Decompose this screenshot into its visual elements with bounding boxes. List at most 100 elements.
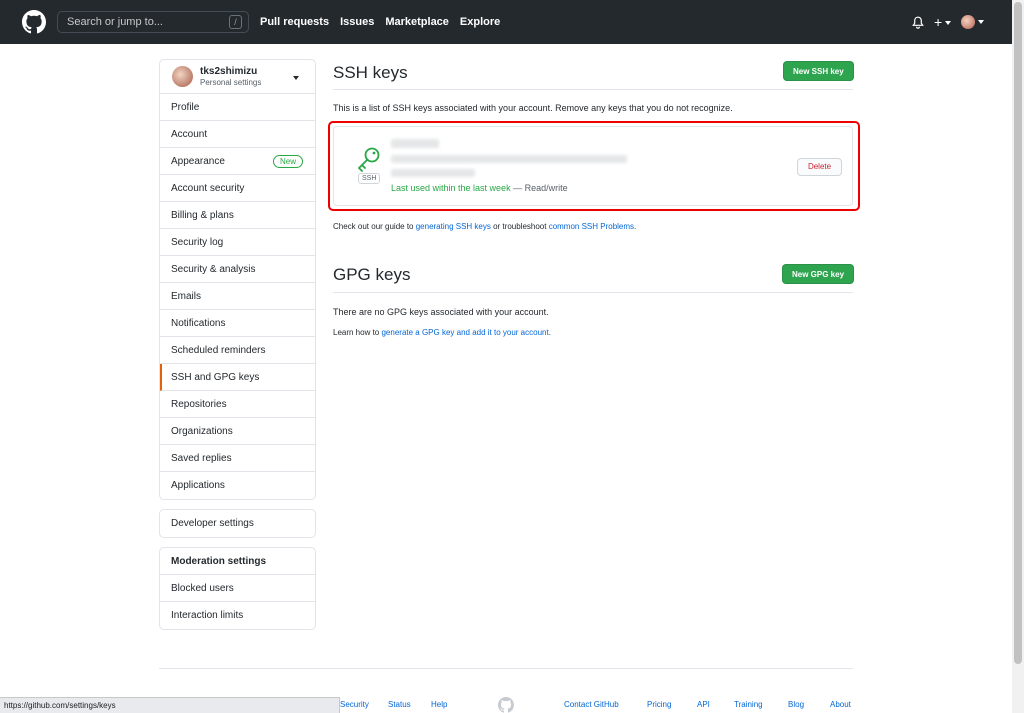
sidebar-item-label: Repositories	[171, 398, 227, 410]
footer-security-link[interactable]: Security	[340, 700, 369, 709]
sidebar-item-account[interactable]: Account	[160, 121, 315, 148]
sidebar-item-blocked-users[interactable]: Blocked users	[160, 575, 315, 602]
ssh-description: This is a list of SSH keys associated wi…	[333, 103, 733, 113]
sidebar-item-notifications[interactable]: Notifications	[160, 310, 315, 337]
guide-mid: or troubleshoot	[490, 222, 549, 231]
nav-issues[interactable]: Issues	[340, 16, 374, 28]
moderation-heading: Moderation settings	[160, 548, 315, 575]
guide-prefix: Check out our guide to	[333, 222, 416, 231]
sidebar-item-security-log[interactable]: Security log	[160, 229, 315, 256]
search-placeholder: Search or jump to...	[67, 16, 163, 28]
vertical-scrollbar[interactable]	[1012, 0, 1024, 713]
sidebar-item-label: Profile	[171, 101, 200, 113]
footer-about-link[interactable]: About	[830, 700, 851, 709]
developer-menu: Developer settings	[159, 509, 316, 538]
delete-key-button[interactable]: Delete	[797, 158, 842, 176]
github-logo-icon[interactable]	[22, 10, 46, 34]
sidebar-item-interaction-limits[interactable]: Interaction limits	[160, 602, 315, 629]
personal-settings-label: Personal settings	[200, 78, 262, 87]
sidebar-item-label: Billing & plans	[171, 209, 234, 221]
sidebar-item-label: Notifications	[171, 317, 226, 329]
create-new-button[interactable]: +	[934, 14, 952, 30]
gpg-empty-text: There are no GPG keys associated with yo…	[333, 307, 549, 317]
sidebar-item-label: Scheduled reminders	[171, 344, 266, 356]
sidebar-item-security-analysis[interactable]: Security & analysis	[160, 256, 315, 283]
sidebar-item-label: SSH and GPG keys	[171, 371, 260, 383]
sidebar-item-repositories[interactable]: Repositories	[160, 391, 315, 418]
username: tks2shimizu	[200, 66, 258, 77]
access-level: — Read/write	[510, 183, 568, 193]
header-actions: +	[912, 13, 985, 31]
sidebar-item-appearance[interactable]: Appearance New	[160, 148, 315, 175]
gpg-learn-text: Learn how to generate a GPG key and add …	[333, 328, 551, 337]
footer-help-link[interactable]: Help	[431, 700, 447, 709]
sidebar-item-billing-plans[interactable]: Billing & plans	[160, 202, 315, 229]
nav-marketplace[interactable]: Marketplace	[385, 16, 449, 28]
scrollbar-thumb[interactable]	[1014, 2, 1022, 664]
gpg-keys-title: GPG keys	[333, 265, 411, 284]
sidebar-item-profile[interactable]: Profile	[160, 94, 315, 121]
bell-icon[interactable]	[912, 16, 924, 29]
sidebar-item-label: Organizations	[171, 425, 233, 437]
sidebar-item-saved-replies[interactable]: Saved replies	[160, 445, 315, 472]
sidebar-item-label: Saved replies	[171, 452, 232, 464]
footer-divider	[159, 668, 853, 669]
sidebar-item-account-security[interactable]: Account security	[160, 175, 315, 202]
nav-explore[interactable]: Explore	[460, 16, 500, 28]
github-footer-logo-icon[interactable]	[498, 697, 514, 713]
divider	[333, 292, 853, 293]
ssh-badge: SSH	[358, 173, 381, 184]
caret-down-icon	[978, 19, 985, 24]
footer-training-link[interactable]: Training	[734, 700, 763, 709]
footer-blog-link[interactable]: Blog	[788, 700, 804, 709]
user-menu-button[interactable]	[961, 13, 985, 31]
ssh-guide-text: Check out our guide to generating SSH ke…	[333, 222, 636, 231]
key-last-used: Last used within the last week — Read/wr…	[391, 183, 568, 193]
caret-down-icon	[945, 21, 952, 26]
avatar	[961, 14, 976, 29]
global-header: Search or jump to... / Pull requests Iss…	[0, 0, 1012, 44]
sidebar-item-label: Emails	[171, 290, 202, 302]
ssh-keys-title: SSH keys	[333, 63, 408, 82]
redacted-key-title	[391, 139, 439, 148]
moderation-menu: Moderation settings Blocked users Intera…	[159, 547, 316, 630]
sidebar-item-scheduled-reminders[interactable]: Scheduled reminders	[160, 337, 315, 364]
account-switcher[interactable]: tks2shimizu Personal settings	[160, 60, 315, 94]
sidebar-item-label: Applications	[171, 480, 225, 491]
learn-suffix: .	[548, 328, 551, 337]
sidebar-item-label: Account security	[171, 182, 245, 194]
slash-shortcut-icon: /	[229, 15, 242, 29]
sidebar-item-ssh-and-gpg-keys[interactable]: SSH and GPG keys	[160, 364, 315, 391]
plus-icon: +	[934, 14, 943, 30]
settings-menu: tks2shimizu Personal settings Profile Acc…	[159, 59, 316, 500]
redacted-fingerprint	[391, 155, 627, 163]
common-ssh-problems-link[interactable]: common SSH Problems	[549, 222, 634, 231]
generate-gpg-key-link[interactable]: generate a GPG key and add it to your ac…	[381, 328, 548, 337]
search-input[interactable]: Search or jump to... /	[57, 11, 249, 33]
footer-status-link[interactable]: Status	[388, 700, 411, 709]
sidebar-item-label: Security log	[171, 236, 224, 248]
footer-pricing-link[interactable]: Pricing	[647, 700, 671, 709]
sidebar-item-organizations[interactable]: Organizations	[160, 418, 315, 445]
guide-suffix: .	[634, 222, 637, 231]
avatar	[172, 66, 193, 87]
sidebar-item-applications[interactable]: Applications	[160, 472, 315, 499]
sidebar-item-emails[interactable]: Emails	[160, 283, 315, 310]
footer-contact-link[interactable]: Contact GitHub	[564, 700, 619, 709]
redacted-added-date	[391, 169, 475, 177]
footer-api-link[interactable]: API	[697, 700, 710, 709]
new-gpg-key-button[interactable]: New GPG key	[782, 264, 855, 284]
top-nav: Pull requests Issues Marketplace Explore	[260, 16, 500, 28]
nav-pull-requests[interactable]: Pull requests	[260, 16, 329, 28]
new-badge: New	[272, 155, 303, 168]
sidebar-item-label: Security & analysis	[171, 263, 256, 275]
browser-status-bar: https://github.com/settings/keys	[0, 697, 340, 713]
ssh-key-item: SSH Last used within the last week — Rea…	[333, 126, 853, 206]
generating-ssh-keys-link[interactable]: generating SSH keys	[416, 222, 491, 231]
key-icon	[358, 147, 380, 172]
sidebar-item-label: Account	[171, 128, 208, 140]
new-ssh-key-button[interactable]: New SSH key	[783, 61, 854, 81]
sidebar-item-developer-settings[interactable]: Developer settings	[160, 510, 315, 537]
sidebar-item-label: Appearance	[171, 155, 225, 167]
learn-prefix: Learn how to	[333, 328, 382, 337]
